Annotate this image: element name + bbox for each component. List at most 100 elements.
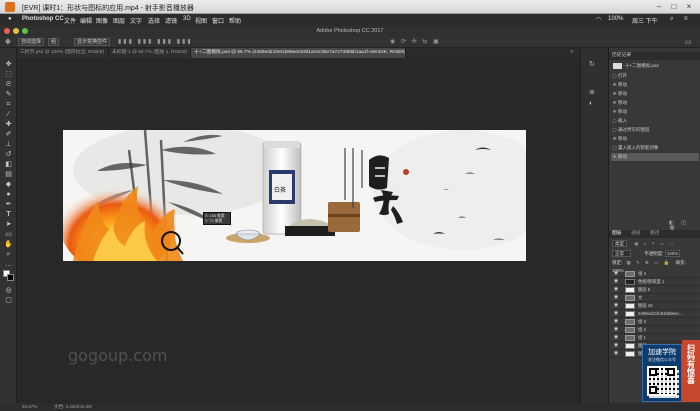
lock-icons[interactable]: ▦ ✎ ✥ ▭ 🔒 bbox=[627, 260, 672, 265]
properties-panel-icon[interactable]: ≣ bbox=[589, 88, 595, 96]
align-icons[interactable]: ▮▮▮ ▮▮▮ ▮▮▮ ▮▮▮ bbox=[118, 38, 193, 45]
pen-tool-icon[interactable]: ✒ bbox=[3, 200, 14, 209]
document-canvas[interactable]: 白茶 X: 155 像素 Y: 72 像素 bbox=[63, 130, 526, 261]
zoom-tool-icon[interactable]: ⌕ bbox=[3, 250, 14, 259]
menu-layer[interactable]: 图层 bbox=[113, 16, 125, 25]
move-tool-icon[interactable]: ✥ bbox=[5, 38, 11, 46]
layer-row[interactable]: ◉ 图层 5 bbox=[611, 286, 699, 294]
menu-window[interactable]: 窗口 bbox=[212, 16, 224, 25]
eye-icon[interactable]: ◉ bbox=[613, 342, 619, 350]
eye-icon[interactable]: ◉ bbox=[613, 294, 619, 302]
layer-group-dropdown[interactable]: 组 bbox=[48, 38, 60, 46]
apple-icon[interactable]: ● bbox=[8, 16, 12, 22]
menu-edit[interactable]: 编辑 bbox=[80, 16, 92, 25]
history-row[interactable]: ▢打开 bbox=[611, 72, 699, 80]
auto-select-checkbox[interactable]: 自动选择 bbox=[18, 38, 45, 46]
eye-icon[interactable]: ◉ bbox=[613, 318, 619, 326]
dodge-tool-icon[interactable]: ● bbox=[3, 190, 14, 199]
zoom-level[interactable]: 66.67% bbox=[22, 403, 37, 411]
clone-stamp-icon[interactable]: ⊥ bbox=[3, 140, 14, 149]
minimize-icon[interactable]: – bbox=[654, 2, 664, 11]
gradient-tool-icon[interactable]: ▤ bbox=[3, 170, 14, 179]
menu-type[interactable]: 文字 bbox=[130, 16, 142, 25]
eye-icon[interactable]: ◉ bbox=[613, 302, 619, 310]
path-select-icon[interactable]: ➤ bbox=[3, 220, 14, 229]
eye-icon[interactable]: ◉ bbox=[613, 270, 619, 278]
close-window-button[interactable] bbox=[4, 28, 10, 34]
tab-document-1[interactable]: 三折页.psd @ 100% (图形拉出, RGB/8) bbox=[17, 48, 109, 58]
close-icon[interactable]: × bbox=[684, 2, 694, 11]
lasso-tool-icon[interactable]: ᘓ bbox=[3, 80, 14, 89]
hand-tool-icon[interactable]: ✋ bbox=[3, 240, 14, 249]
eye-icon[interactable]: ◉ bbox=[613, 334, 619, 342]
menu-3d[interactable]: 3D bbox=[183, 16, 191, 22]
workspace-icon[interactable]: ▭ bbox=[685, 38, 692, 46]
shape-tool-icon[interactable]: ▭ bbox=[3, 230, 14, 239]
battery-status[interactable]: 100% bbox=[608, 16, 623, 22]
eye-icon[interactable]: ◉ bbox=[613, 286, 619, 294]
promo-qr-card[interactable]: 加速学院 关注微信公众号 bbox=[642, 344, 682, 402]
eye-icon[interactable]: ◉ bbox=[613, 310, 619, 318]
wifi-icon[interactable]: ◠ bbox=[596, 16, 601, 23]
menu-file[interactable]: 文件 bbox=[64, 16, 76, 25]
opacity-value[interactable]: 100% bbox=[664, 250, 681, 257]
blur-tool-icon[interactable]: ◆ bbox=[3, 180, 14, 189]
eye-icon[interactable]: ◉ bbox=[613, 278, 619, 286]
tab-channels[interactable]: 通道 bbox=[631, 231, 641, 236]
menu-filter[interactable]: 滤镜 bbox=[165, 16, 177, 25]
brush-tool-icon[interactable]: ✐ bbox=[3, 130, 14, 139]
screen-mode-icon[interactable]: ▢ bbox=[3, 296, 14, 305]
tab-document-3[interactable]: 十+二图模拟.psd @ 66.7% (2469ed21fe81b69eec53… bbox=[191, 48, 406, 58]
layer-kind-dropdown[interactable]: 类型 bbox=[612, 240, 627, 247]
3d-mode-icons[interactable]: ◉ ⟳ ✣ ⇆ ▣ bbox=[390, 38, 441, 45]
show-transform-checkbox[interactable]: 显示变换控件 bbox=[74, 38, 111, 46]
menu-view[interactable]: 视图 bbox=[195, 16, 207, 25]
history-row-selected[interactable]: ✥ 移动 bbox=[611, 153, 699, 161]
quick-mask-icon[interactable]: ◎ bbox=[3, 286, 14, 295]
history-row[interactable]: ▢载入 bbox=[611, 117, 699, 125]
tab-paths[interactable]: 路径 bbox=[650, 231, 660, 236]
tabs-overflow-icon[interactable]: » bbox=[570, 49, 573, 55]
notification-icon[interactable]: ≡ bbox=[684, 16, 688, 22]
layer-row[interactable]: ◉ 2469ed21fe81b69eec... bbox=[611, 310, 699, 318]
history-panel-header[interactable]: 历史记录 bbox=[609, 52, 700, 60]
history-row[interactable]: ▢通过拷贝的图层 bbox=[611, 126, 699, 134]
eyedropper-icon[interactable]: ⁄ bbox=[3, 110, 14, 119]
maximize-icon[interactable]: □ bbox=[669, 2, 679, 11]
type-tool-icon[interactable]: T bbox=[3, 210, 14, 219]
history-row[interactable]: ✥ 移动 bbox=[611, 90, 699, 98]
history-row[interactable]: ✥ 移动 bbox=[611, 81, 699, 89]
layer-row[interactable]: ◉ 组 4 bbox=[611, 270, 699, 278]
history-brush-icon[interactable]: ↺ bbox=[3, 150, 14, 159]
history-row[interactable]: ✥ 移动 bbox=[611, 108, 699, 116]
history-row[interactable]: ✥ 移动 bbox=[611, 99, 699, 107]
minimize-window-button[interactable] bbox=[13, 28, 19, 34]
menu-help[interactable]: 帮助 bbox=[229, 16, 241, 25]
tab-document-2[interactable]: 未标题-1 @ 66.7% (图层 1, RGB/8) bbox=[109, 48, 191, 58]
eraser-tool-icon[interactable]: ◧ bbox=[3, 160, 14, 169]
layer-row[interactable]: ◉ 文 bbox=[611, 294, 699, 302]
blend-mode-dropdown[interactable]: 正常 bbox=[612, 250, 631, 257]
menu-image[interactable]: 图像 bbox=[96, 16, 108, 25]
filter-icons[interactable]: ▣ ◐ T ▭ ⬚ bbox=[634, 241, 675, 246]
quick-select-icon[interactable]: ✎ bbox=[3, 90, 14, 99]
move-tool-icon[interactable]: ✥ bbox=[3, 60, 14, 69]
history-row[interactable]: ✥ 移动 bbox=[611, 135, 699, 143]
layer-row[interactable]: ◉ 组 2 bbox=[611, 326, 699, 334]
history-snapshot[interactable]: 十+二图模拟.psd bbox=[611, 62, 699, 70]
background-color-swatch[interactable] bbox=[7, 274, 14, 281]
eye-icon[interactable]: ◉ bbox=[613, 326, 619, 334]
clock[interactable]: 周三 下午 bbox=[632, 16, 658, 25]
layer-row[interactable]: ◉ 图层 16 bbox=[611, 302, 699, 310]
eye-icon[interactable]: ◉ bbox=[613, 350, 619, 358]
more-tools-icon[interactable]: … bbox=[3, 260, 14, 269]
layer-row[interactable]: ◉ 色相/饱和度 1 bbox=[611, 278, 699, 286]
adjustments-panel-icon[interactable]: ◐ bbox=[589, 100, 593, 107]
layer-row[interactable]: ◉ 组 3 bbox=[611, 318, 699, 326]
marquee-tool-icon[interactable]: ⬚ bbox=[3, 70, 14, 79]
promo-side-banner[interactable]: 扫码有惊喜 bbox=[682, 340, 700, 402]
tab-layers[interactable]: 图层 bbox=[612, 231, 622, 236]
zoom-window-button[interactable] bbox=[22, 28, 28, 34]
menu-select[interactable]: 选择 bbox=[148, 16, 160, 25]
healing-brush-icon[interactable]: ✚ bbox=[3, 120, 14, 129]
